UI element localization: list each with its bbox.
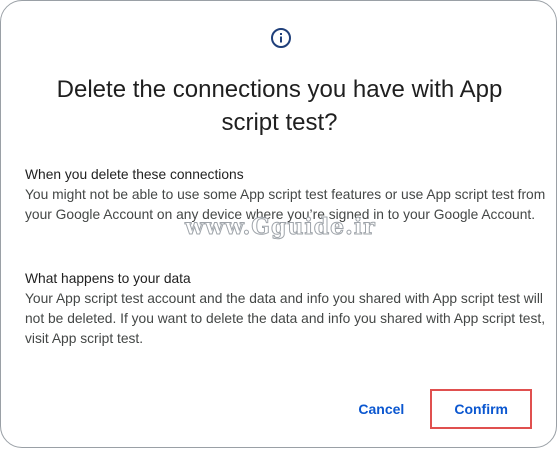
cancel-button[interactable]: Cancel xyxy=(346,393,416,425)
info-icon xyxy=(270,27,292,49)
section-heading: What happens to your data xyxy=(25,271,191,286)
confirm-highlight: Confirm xyxy=(430,389,532,429)
data-section: What happens to your data Your App scrip… xyxy=(25,269,550,349)
delete-connections-dialog: Delete the connections you have with App… xyxy=(0,0,557,448)
dialog-actions: Cancel Confirm xyxy=(346,389,532,429)
section-heading: When you delete these connections xyxy=(25,167,244,182)
dialog-title: Delete the connections you have with App… xyxy=(56,76,503,136)
delete-connections-section: When you delete these connections You mi… xyxy=(25,165,550,225)
section-body: Your App script test account and the dat… xyxy=(25,291,546,346)
confirm-button[interactable]: Confirm xyxy=(442,393,520,425)
section-body: You might not be able to use some App sc… xyxy=(25,187,546,222)
